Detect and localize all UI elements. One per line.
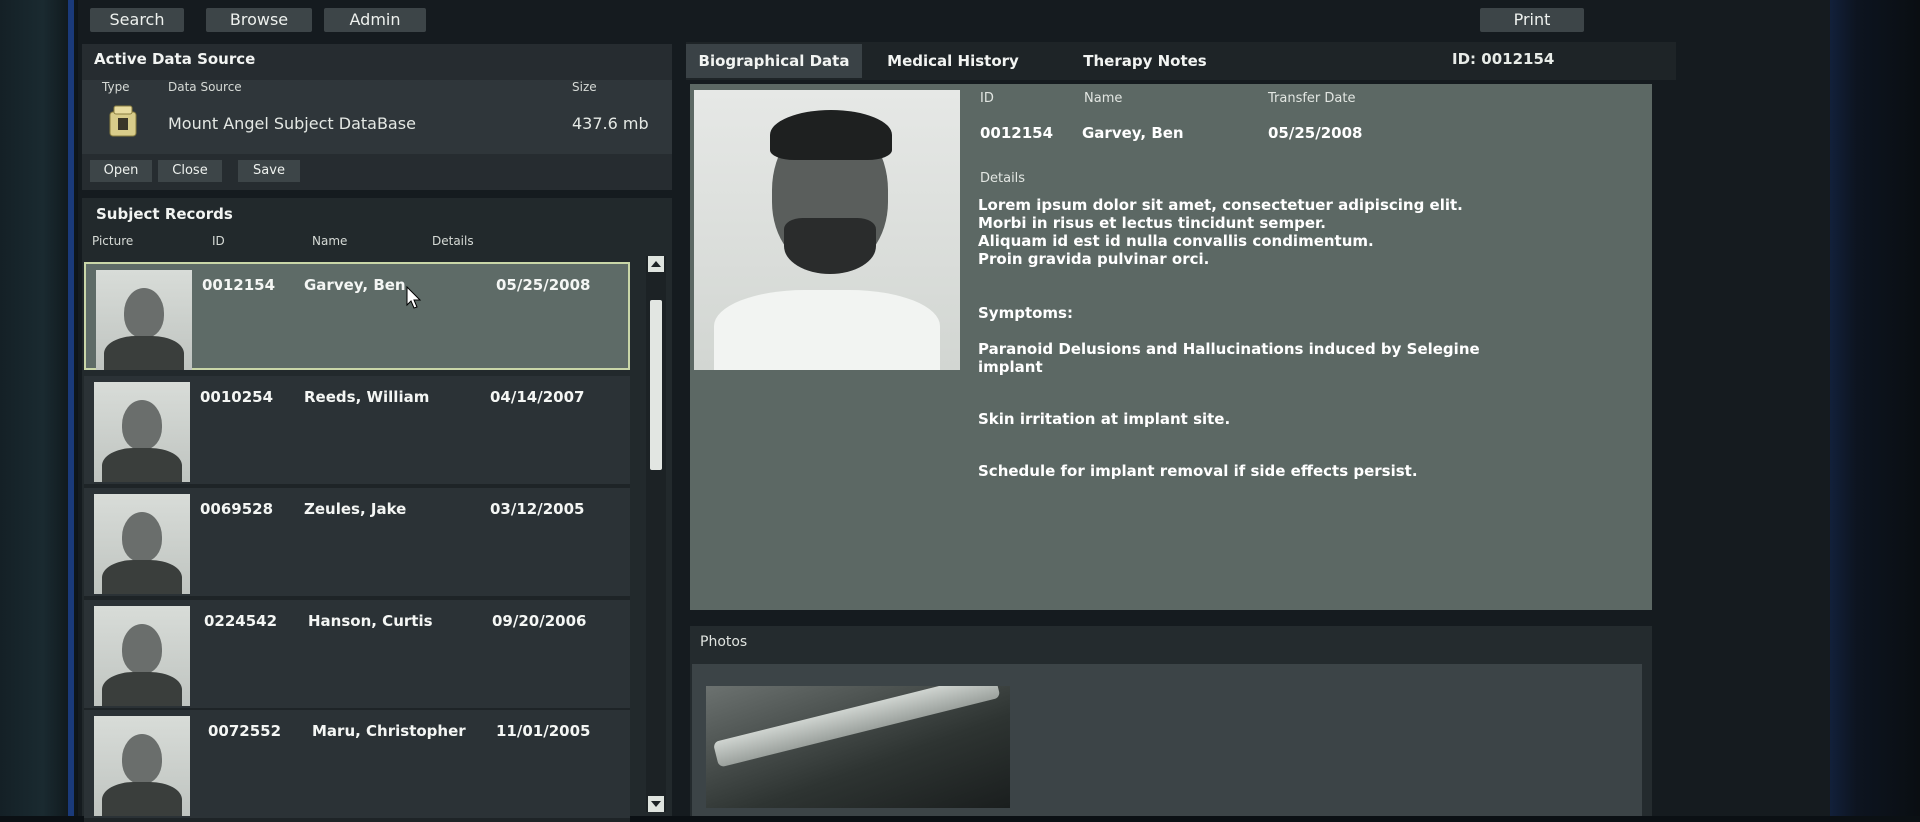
col-name: Name	[312, 234, 348, 248]
data-source-title: Active Data Source	[94, 50, 256, 68]
row-id: 0012154	[202, 276, 276, 294]
details-line-4: Proin gravida pulvinar orci.	[978, 250, 1210, 268]
print-button[interactable]: Print	[1480, 8, 1584, 32]
details-line-2: Morbi in risus et lectus tincidunt sempe…	[978, 214, 1326, 232]
symptom-3: Schedule for implant removal if side eff…	[978, 462, 1418, 480]
row-id: 0069528	[200, 500, 274, 518]
database-icon	[108, 104, 138, 138]
scroll-down-icon[interactable]	[648, 796, 664, 812]
field-transfer-label: Transfer Date	[1268, 91, 1356, 106]
field-id-value: 0012154	[980, 124, 1054, 142]
row-id: 0072552	[208, 722, 282, 740]
tab-biographical-data[interactable]: Biographical Data	[686, 44, 862, 78]
row-name: Reeds, William	[304, 388, 430, 406]
table-row[interactable]: 0224542 Hanson, Curtis 09/20/2006	[84, 600, 630, 712]
table-row[interactable]: 0069528 Zeules, Jake 03/12/2005	[84, 488, 630, 600]
row-date: 11/01/2005	[496, 722, 591, 740]
table-row[interactable]: 0010254 Reeds, William 04/14/2007	[84, 376, 630, 488]
subject-photo	[94, 606, 190, 706]
row-id: 0010254	[200, 388, 274, 406]
row-date: 03/12/2005	[490, 500, 585, 518]
admin-button[interactable]: Admin	[324, 8, 426, 32]
row-date: 05/25/2008	[496, 276, 591, 294]
mouse-cursor-icon	[406, 285, 424, 310]
symptom-1-line-2: implant	[978, 358, 1043, 376]
field-name-value: Garvey, Ben	[1082, 124, 1184, 142]
monitor-bezel-left	[0, 0, 78, 816]
row-id: 0224542	[204, 612, 278, 630]
symptom-2: Skin irritation at implant site.	[978, 410, 1231, 428]
symptoms-label: Symptoms:	[978, 304, 1073, 322]
table-row[interactable]: 0072552 Maru, Christopher 11/01/2005	[84, 710, 630, 822]
details-line-1: Lorem ipsum dolor sit amet, consectetuer…	[978, 196, 1463, 214]
subject-photo	[94, 494, 190, 594]
row-date: 04/14/2007	[490, 388, 585, 406]
col-picture: Picture	[92, 234, 134, 248]
field-transfer-value: 05/25/2008	[1268, 124, 1363, 142]
col-type: Type	[102, 80, 130, 94]
subject-photo	[94, 716, 190, 816]
scroll-up-icon[interactable]	[648, 256, 664, 272]
row-name: Garvey, Ben	[304, 276, 406, 294]
subject-photo	[96, 270, 192, 370]
monitor-bezel-right	[1830, 0, 1920, 816]
scrollbar-thumb[interactable]	[650, 300, 662, 470]
save-button[interactable]: Save	[238, 160, 300, 182]
col-size: Size	[572, 80, 597, 94]
record-id-label: ID: 0012154	[1452, 50, 1555, 68]
row-name: Hanson, Curtis	[308, 612, 433, 630]
data-source-name[interactable]: Mount Angel Subject DataBase	[168, 114, 416, 133]
symptom-1-line-1: Paranoid Delusions and Hallucinations in…	[978, 340, 1480, 358]
tab-medical-history[interactable]: Medical History	[878, 44, 1028, 78]
app-window: Search Browse Admin Print Active Data So…	[78, 0, 1830, 822]
field-id-label: ID	[980, 91, 994, 106]
photos-title: Photos	[700, 634, 748, 650]
col-details: Details	[432, 234, 474, 248]
col-id: ID	[212, 234, 225, 248]
tab-therapy-notes[interactable]: Therapy Notes	[1072, 44, 1218, 78]
subject-photo	[94, 382, 190, 482]
row-name: Zeules, Jake	[304, 500, 407, 518]
field-name-label: Name	[1084, 91, 1123, 106]
table-row[interactable]: 0012154 Garvey, Ben 05/25/2008	[84, 262, 630, 370]
subject-portrait	[694, 90, 960, 370]
details-label: Details	[980, 171, 1026, 186]
open-button[interactable]: Open	[90, 160, 152, 182]
col-data-source: Data Source	[168, 80, 242, 94]
implant-photo[interactable]	[706, 686, 1010, 808]
data-source-size: 437.6 mb	[572, 114, 649, 133]
subject-records-title: Subject Records	[96, 205, 233, 223]
browse-button[interactable]: Browse	[206, 8, 312, 32]
row-date: 09/20/2006	[492, 612, 587, 630]
row-name: Maru, Christopher	[312, 722, 466, 740]
close-button[interactable]: Close	[158, 160, 222, 182]
search-button[interactable]: Search	[90, 8, 184, 32]
details-line-3: Aliquam id est id nulla convallis condim…	[978, 232, 1374, 250]
